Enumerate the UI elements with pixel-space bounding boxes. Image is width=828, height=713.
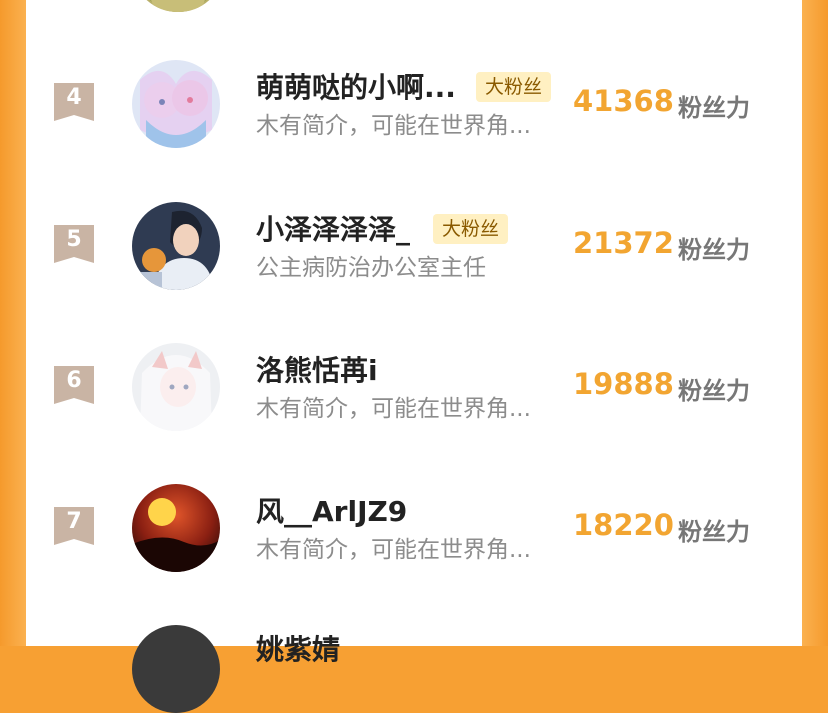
username[interactable]: 洛熊恬苒i bbox=[256, 349, 378, 389]
rank-badge: 5 bbox=[54, 225, 94, 265]
fan-score: 21372 bbox=[573, 226, 674, 260]
list-item[interactable]: 6 洛熊恬苒i 木有简介，可能在世界角... 19888 粉丝力 bbox=[26, 343, 802, 483]
fan-score-label: 粉丝力 bbox=[678, 236, 750, 264]
rank-badge: 6 bbox=[54, 366, 94, 406]
fan-badge: 大粉丝 bbox=[433, 214, 509, 244]
fan-badge: 大粉丝 bbox=[476, 72, 552, 102]
fan-score: 19888 bbox=[573, 367, 674, 401]
username[interactable]: 姚紫婧 bbox=[256, 628, 340, 668]
fan-score-label: 粉丝力 bbox=[678, 377, 750, 405]
list-item[interactable]: 4 萌萌哒的小啊... 大粉丝 木有简介，可能在世界角... 41368 粉丝力 bbox=[26, 60, 802, 200]
avatar[interactable] bbox=[134, 0, 222, 12]
user-bio: 公主病防治办公室主任 bbox=[256, 255, 486, 281]
rank-badge: 7 bbox=[54, 507, 94, 547]
username[interactable]: 风__ArlJZ9 bbox=[256, 490, 407, 530]
fan-score: 41368 bbox=[573, 84, 674, 118]
ranking-list-card: 4 萌萌哒的小啊... 大粉丝 木有简介，可能在世界角... 41368 粉丝力… bbox=[26, 0, 802, 713]
user-bio: 木有简介，可能在世界角... bbox=[256, 537, 531, 563]
fan-score-label: 粉丝力 bbox=[678, 518, 750, 546]
list-item[interactable]: 7 风__ArlJZ9 木有简介，可能在世界角... 18220 粉丝力 bbox=[26, 484, 802, 624]
avatar[interactable] bbox=[132, 343, 220, 431]
rank-number: 6 bbox=[66, 368, 82, 393]
fan-score: 18220 bbox=[573, 508, 674, 542]
rank-number: 5 bbox=[66, 227, 82, 252]
list-item[interactable]: 5 小泽泽泽泽_ 大粉丝 公主病防治办公室主任 21372 粉丝力 bbox=[26, 202, 802, 342]
right-frame bbox=[802, 0, 828, 646]
user-bio: 木有简介，可能在世界角... bbox=[256, 113, 531, 139]
rank-badge: 4 bbox=[54, 83, 94, 123]
rank-number: 7 bbox=[66, 509, 82, 534]
avatar[interactable] bbox=[132, 60, 220, 148]
avatar[interactable] bbox=[132, 484, 220, 572]
avatar[interactable] bbox=[132, 202, 220, 290]
rank-number: 4 bbox=[66, 85, 82, 110]
left-frame bbox=[0, 0, 26, 646]
username[interactable]: 萌萌哒的小啊... bbox=[256, 66, 456, 106]
fan-score-label: 粉丝力 bbox=[678, 94, 750, 122]
username[interactable]: 小泽泽泽泽_ bbox=[256, 208, 410, 248]
avatar[interactable] bbox=[132, 625, 220, 713]
user-bio: 木有简介，可能在世界角... bbox=[256, 396, 531, 422]
